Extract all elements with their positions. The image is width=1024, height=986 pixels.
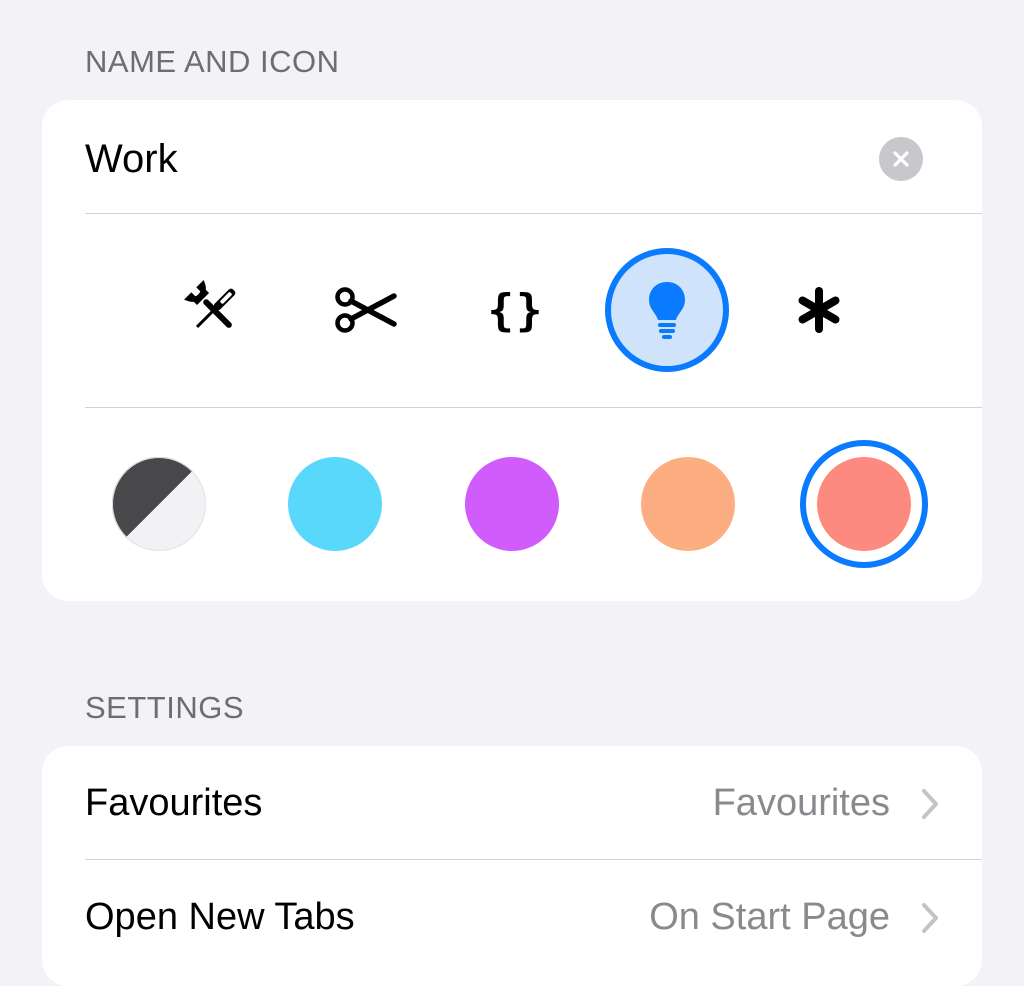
icon-option-asterisk[interactable] [757, 248, 881, 372]
lightbulb-icon [649, 282, 685, 339]
name-and-icon-header: NAME AND ICON [85, 44, 340, 79]
settings-row-favourites[interactable]: Favourites Favourites [42, 746, 982, 860]
color-option-gray-split[interactable] [112, 457, 206, 551]
row-label: Favourites [85, 782, 263, 824]
divider [85, 407, 982, 408]
color-option-coral[interactable] [800, 440, 928, 568]
row-value: Favourites [712, 782, 890, 824]
settings-row-open-new-tabs[interactable]: Open New Tabs On Start Page [42, 860, 982, 974]
clear-text-button[interactable] [879, 137, 923, 181]
row-label: Open New Tabs [85, 896, 355, 938]
row-value: On Start Page [649, 896, 890, 938]
asterisk-icon [798, 287, 840, 333]
icon-option-tools[interactable] [152, 248, 276, 372]
scissors-icon [335, 287, 397, 333]
divider [85, 213, 982, 214]
icon-option-curly-braces[interactable]: {} [454, 248, 578, 372]
color-option-orange[interactable] [641, 457, 735, 551]
color-swatch-coral [817, 457, 911, 551]
name-and-icon-card: {} [42, 100, 982, 601]
icon-option-scissors[interactable] [304, 248, 428, 372]
chevron-right-icon [922, 789, 938, 819]
settings-header: SETTINGS [85, 690, 245, 725]
xmark-icon [893, 151, 909, 167]
color-option-cyan[interactable] [288, 457, 382, 551]
tools-icon [184, 280, 236, 329]
tab-group-name-input[interactable] [85, 133, 845, 185]
curly-braces-icon: {} [487, 284, 545, 336]
settings-card: Favourites Favourites Open New Tabs On S… [42, 746, 982, 986]
chevron-right-icon [922, 903, 938, 933]
color-option-purple[interactable] [465, 457, 559, 551]
icon-option-lightbulb[interactable] [605, 248, 729, 372]
